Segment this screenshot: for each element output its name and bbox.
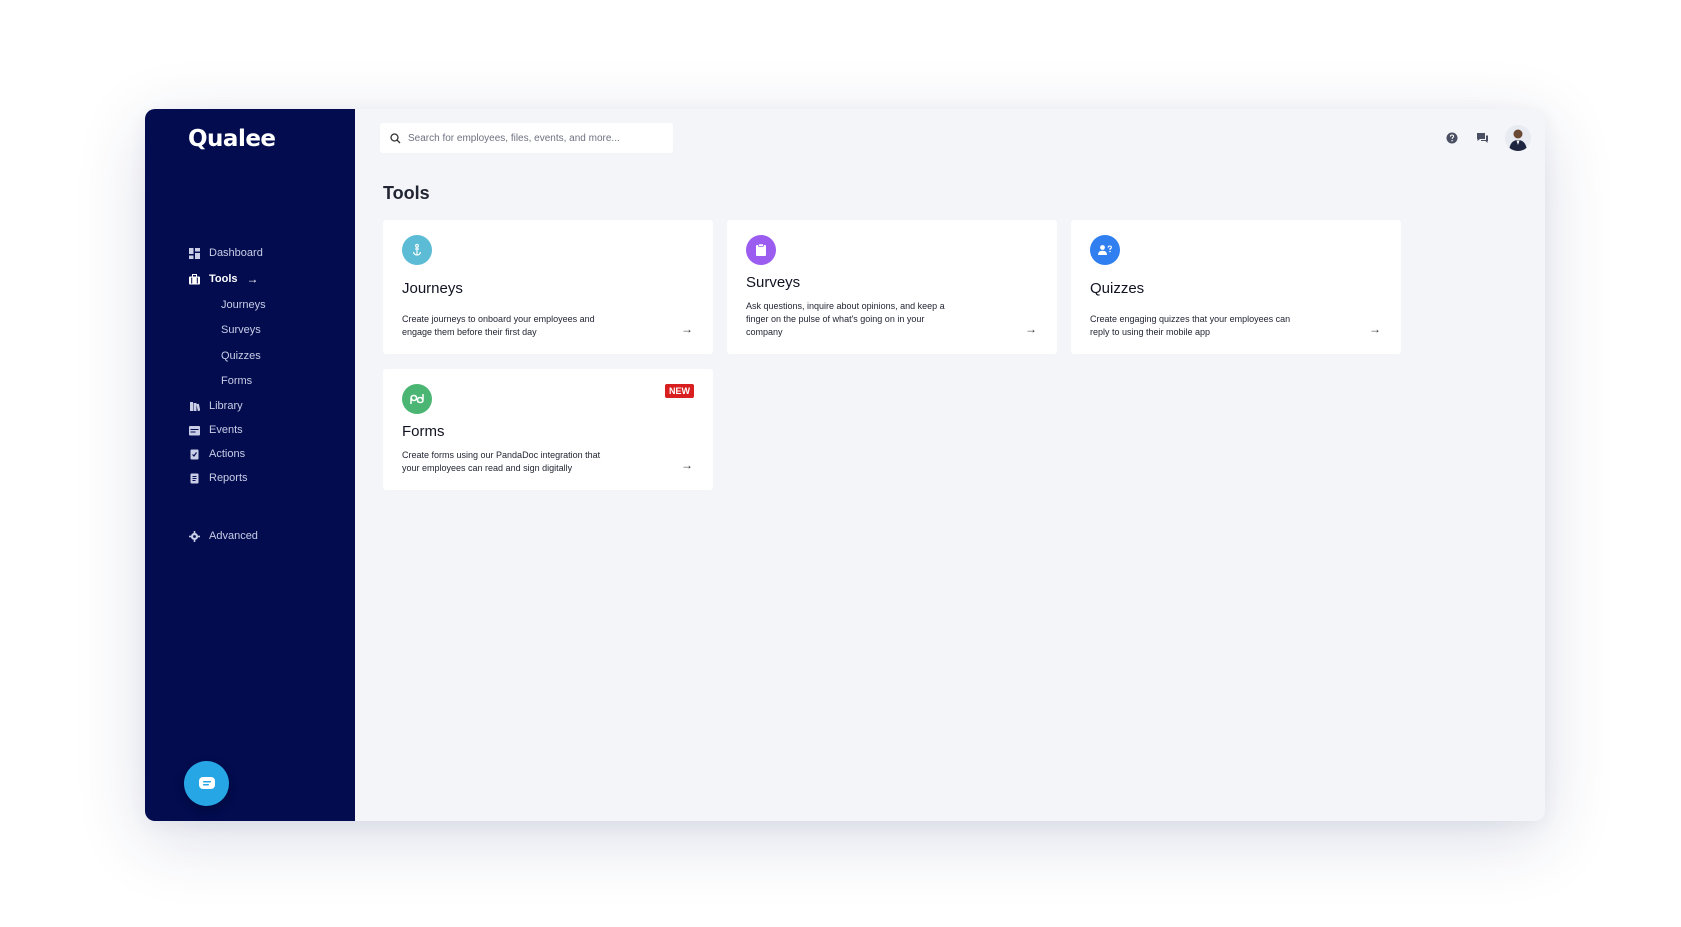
help-icon[interactable] xyxy=(1445,131,1459,145)
clipboard-icon xyxy=(746,235,776,265)
user-avatar-icon xyxy=(1505,125,1531,151)
submenu-item-surveys[interactable]: Surveys xyxy=(188,318,348,344)
avatar[interactable] xyxy=(1505,125,1531,151)
sidebar-item-label: Library xyxy=(209,400,243,412)
library-icon xyxy=(188,400,200,412)
sidebar-item-actions[interactable]: Actions xyxy=(188,442,348,466)
sidebar-nav: Dashboard Tools → Journeys Surveys Quizz… xyxy=(188,240,348,490)
actions-icon xyxy=(188,448,200,460)
sidebar-item-label: Advanced xyxy=(209,530,258,542)
card-description: Ask questions, inquire about opinions, a… xyxy=(746,301,945,337)
tool-card-forms[interactable]: NEW Forms Create forms using our PandaDo… xyxy=(383,369,713,490)
sidebar-item-dashboard[interactable]: Dashboard xyxy=(188,240,348,266)
new-badge: NEW xyxy=(665,384,694,398)
card-description: Create journeys to onboard your employee… xyxy=(402,314,595,337)
sidebar-item-label: Events xyxy=(209,424,243,436)
sidebar-item-library[interactable]: Library xyxy=(188,394,348,418)
messages-icon[interactable] xyxy=(1475,131,1489,145)
sidebar-item-label: Dashboard xyxy=(209,247,263,259)
reports-icon xyxy=(188,472,200,484)
page-title: Tools xyxy=(383,183,430,203)
chat-icon xyxy=(198,776,215,789)
sidebar-item-advanced[interactable]: Advanced xyxy=(188,523,258,549)
card-title: Quizzes xyxy=(1090,280,1145,297)
pandadoc-icon xyxy=(402,384,432,414)
card-description: Create forms using our PandaDoc integrat… xyxy=(402,450,601,473)
search-bar[interactable] xyxy=(380,123,673,153)
arrow-right-icon: → xyxy=(681,458,693,472)
sidebar-item-events[interactable]: Events xyxy=(188,418,348,442)
top-bar-actions xyxy=(1445,125,1531,151)
qualee-logo[interactable]: Qualee xyxy=(188,126,276,152)
sidebar: Qualee Dashboard Tools → Journeys Survey… xyxy=(145,109,355,821)
main-content: Tools Journeys Create journeys to onboar… xyxy=(355,109,1545,821)
card-description: Create engaging quizzes that your employ… xyxy=(1090,314,1291,337)
calendar-icon xyxy=(188,424,200,436)
chat-button[interactable] xyxy=(184,761,229,806)
search-icon xyxy=(390,132,401,143)
app-window: Qualee Dashboard Tools → Journeys Survey… xyxy=(145,109,1545,821)
card-title: Forms xyxy=(402,423,445,440)
briefcase-icon xyxy=(188,273,200,285)
submenu-item-journeys[interactable]: Journeys xyxy=(188,292,348,318)
search-input[interactable] xyxy=(408,132,658,144)
sidebar-item-reports[interactable]: Reports xyxy=(188,466,348,490)
user-question-icon xyxy=(1090,235,1120,265)
sidebar-item-label: Reports xyxy=(209,472,248,484)
arrow-right-icon: → xyxy=(1025,322,1037,336)
anchor-icon xyxy=(402,235,432,265)
submenu-item-quizzes[interactable]: Quizzes xyxy=(188,343,348,369)
dashboard-icon xyxy=(188,247,200,259)
submenu-item-forms[interactable]: Forms xyxy=(188,369,348,395)
tool-card-surveys[interactable]: Surveys Ask questions, inquire about opi… xyxy=(727,220,1057,354)
card-title: Surveys xyxy=(746,274,801,291)
sidebar-item-label: Tools xyxy=(209,273,238,285)
arrow-right-icon: → xyxy=(681,322,693,336)
tools-submenu: Journeys Surveys Quizzes Forms xyxy=(188,292,348,394)
gear-icon xyxy=(188,530,200,542)
arrow-right-icon: → xyxy=(1369,322,1381,336)
tool-card-journeys[interactable]: Journeys Create journeys to onboard your… xyxy=(383,220,713,354)
sidebar-item-tools[interactable]: Tools → xyxy=(188,266,348,292)
arrow-right-icon: → xyxy=(246,272,259,286)
tool-card-quizzes[interactable]: Quizzes Create engaging quizzes that you… xyxy=(1071,220,1401,354)
card-title: Journeys xyxy=(402,280,463,297)
sidebar-item-label: Actions xyxy=(209,448,246,460)
